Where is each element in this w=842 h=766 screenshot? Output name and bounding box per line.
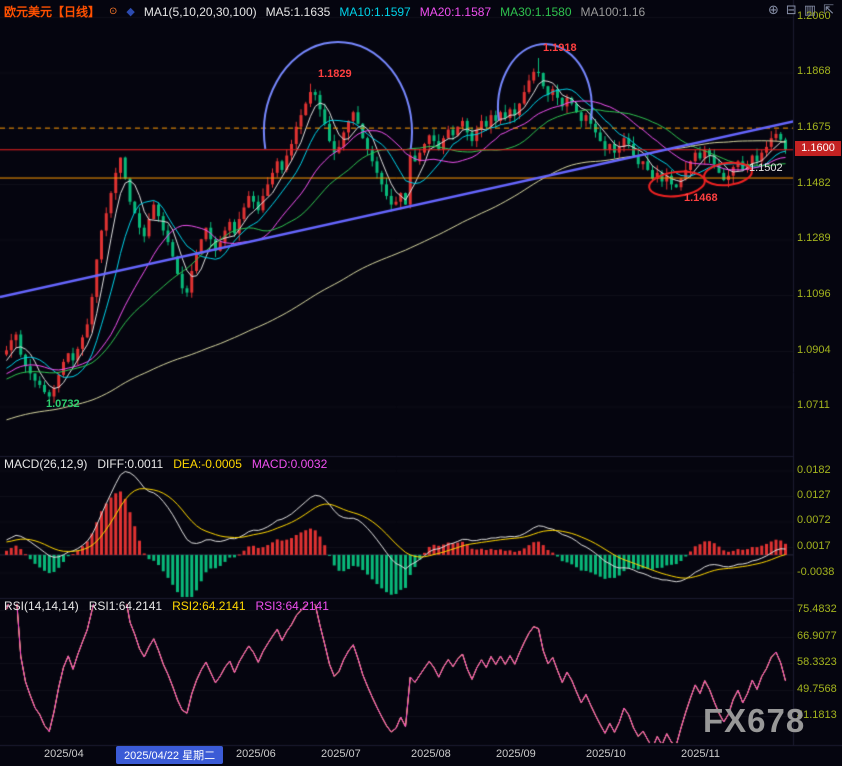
price-axis-label: 1.1482 [797,177,831,189]
ma100-value: MA100:1.16 [581,5,646,19]
rsi-title[interactable]: RSI(14,14,14) [4,599,79,613]
macd-dea-value: DEA:-0.0005 [173,457,242,471]
diamond-icon: ◆ [126,5,134,18]
chart-canvas[interactable] [0,0,842,766]
chart-header: 欧元美元【日线】 ⊙ ◆ MA1(5,10,20,30,100) MA5:1.1… [4,3,645,20]
time-axis-label: 2025/06 [236,748,276,760]
time-axis-label: 2025/07 [321,748,361,760]
trading-chart-window: 欧元美元【日线】 ⊙ ◆ MA1(5,10,20,30,100) MA5:1.1… [0,0,842,766]
time-axis-label: 2025/10 [586,748,626,760]
rsi-header: RSI(14,14,14) RSI1:64.2141 RSI2:64.2141 … [4,599,329,613]
macd-header: MACD(26,12,9) DIFF:0.0011 DEA:-0.0005 MA… [4,457,327,471]
price-axis-label: 1.0904 [797,344,831,356]
macd-axis-label: 0.0072 [797,514,831,526]
rsi1-value: RSI1:64.2141 [89,599,162,613]
rsi-axis-label: 66.9077 [797,630,837,642]
time-axis-label: 2025/04 [44,748,84,760]
annotation-sept-high: 1.1918 [543,42,577,54]
last-price-tag: 1.1600 [795,141,841,156]
time-axis-label: 2025/09 [496,748,536,760]
zoom-in-icon[interactable]: ⊕ [768,2,779,18]
ma-settings-label[interactable]: MA1(5,10,20,30,100) [144,5,257,19]
time-axis-label: 2025/11 [681,748,720,760]
symbol-title[interactable]: 欧元美元【日线】 [4,3,100,20]
price-axis-label: 1.2060 [797,10,831,22]
rsi2-value: RSI2:64.2141 [172,599,245,613]
price-axis-label: 1.1289 [797,232,831,244]
ma5-value: MA5:1.1635 [266,5,331,19]
zoom-out-icon[interactable]: ⊟ [786,2,797,18]
support-price-label: 1.1502 [749,162,783,174]
annotation-oct-low: 1.1468 [684,192,718,204]
annotation-july-high: 1.1829 [318,68,352,80]
price-axis-label: 1.0711 [797,399,830,411]
macd-diff-value: DIFF:0.0011 [97,457,163,471]
link-icon[interactable]: ⊙ [109,6,117,17]
ma10-value: MA10:1.1597 [339,5,410,19]
rsi-axis-label: 75.4832 [797,603,837,615]
price-axis-label: 1.1675 [797,121,831,133]
ma20-value: MA20:1.1587 [420,5,491,19]
time-axis-label: 2025/08 [411,748,451,760]
macd-value: MACD:0.0032 [252,457,327,471]
macd-title[interactable]: MACD(26,12,9) [4,457,87,471]
price-axis-label: 1.1868 [797,65,831,77]
rsi3-value: RSI3:64.2141 [256,599,329,613]
macd-axis-label: 0.0182 [797,464,831,476]
macd-axis-label: -0.0038 [797,566,834,578]
fx678-watermark: FX678 [703,702,805,740]
rsi-axis-label: 58.3323 [797,656,837,668]
macd-axis-label: 0.0127 [797,489,831,501]
rsi-axis-label: 49.7568 [797,683,837,695]
annotation-april-low: 1.0732 [46,398,80,410]
macd-axis-label: 0.0017 [797,540,831,552]
price-axis-label: 1.1096 [797,288,831,300]
selected-date-tag: 2025/04/22 星期二 [116,746,223,764]
ma30-value: MA30:1.1580 [500,5,571,19]
